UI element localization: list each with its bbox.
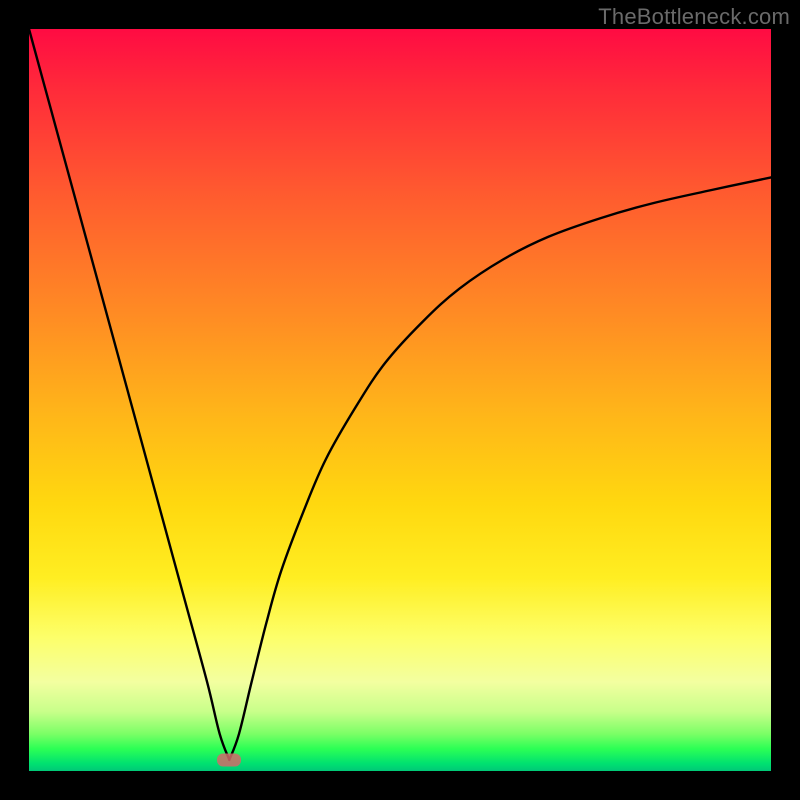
trough-marker (217, 753, 241, 766)
plot-area (29, 29, 771, 771)
bottleneck-curve-left (29, 29, 229, 760)
curve-layer (29, 29, 771, 771)
bottleneck-curve-right (229, 177, 771, 759)
chart-frame: TheBottleneck.com (0, 0, 800, 800)
watermark-text: TheBottleneck.com (598, 4, 790, 30)
